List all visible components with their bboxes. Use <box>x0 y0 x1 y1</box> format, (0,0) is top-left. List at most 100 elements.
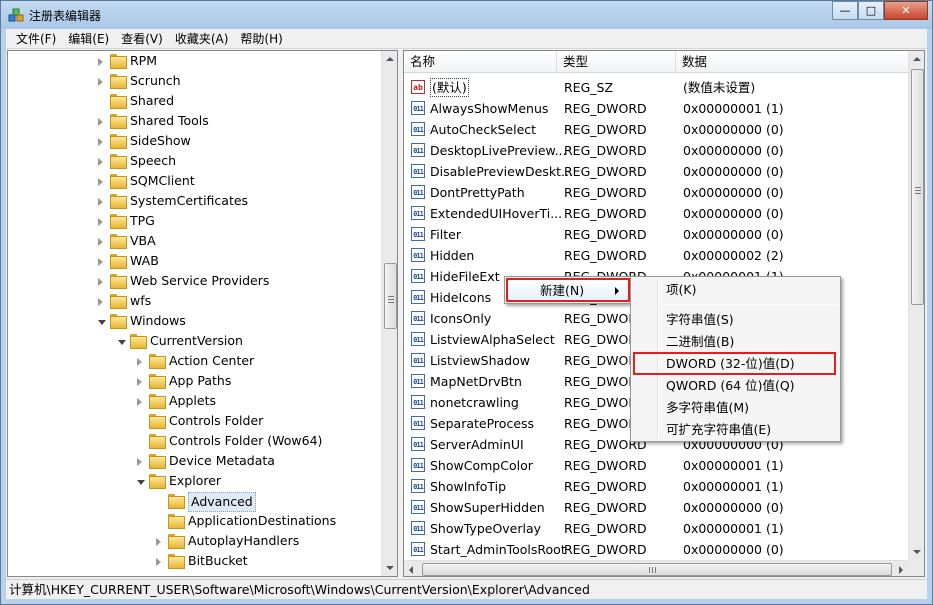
tree-item[interactable]: SystemCertificates <box>8 191 380 211</box>
tree-item[interactable]: CurrentVersion <box>8 331 380 351</box>
submenu-key[interactable]: 项(K) <box>633 279 838 301</box>
collapse-triangle-icon[interactable] <box>137 480 145 485</box>
scroll-down-icon[interactable] <box>913 550 921 554</box>
tree-vertical-scrollbar[interactable] <box>381 51 397 576</box>
tree-item[interactable]: Applets <box>8 391 380 411</box>
tree-item[interactable]: wfs <box>8 291 380 311</box>
tree-item[interactable]: VBA <box>8 231 380 251</box>
expand-triangle-icon[interactable] <box>98 298 103 306</box>
tree-item[interactable]: SQMClient <box>8 171 380 191</box>
value-name: DisablePreviewDeskt... <box>430 164 573 179</box>
expand-triangle-icon[interactable] <box>98 158 103 166</box>
list-item[interactable]: ab (默认) REG_SZ (数值未设置) <box>404 77 908 98</box>
submenu-dword-value[interactable]: DWORD (32-位)值(D) <box>633 353 838 375</box>
list-item[interactable]: 011 ShowInfoTip REG_DWORD 0x00000001 (1) <box>404 476 908 497</box>
collapse-triangle-icon[interactable] <box>118 340 126 345</box>
tree-item[interactable]: Advanced <box>8 491 380 512</box>
expand-triangle-icon[interactable] <box>98 58 103 66</box>
minimize-button[interactable]: — <box>832 1 858 20</box>
tree-item[interactable]: App Paths <box>8 371 380 391</box>
list-item[interactable]: 011 ShowTypeOverlay REG_DWORD 0x00000001 (1… <box>404 518 908 539</box>
list-hscroll-thumb[interactable] <box>422 563 892 576</box>
tree-item[interactable]: Explorer <box>8 471 380 491</box>
tree-item[interactable]: Web Service Providers <box>8 271 380 291</box>
tree-item[interactable]: Device Metadata <box>8 451 380 471</box>
menu-edit[interactable]: 编辑(E) <box>62 29 115 49</box>
column-header-name[interactable]: 名称 <box>404 51 557 73</box>
tree-item[interactable]: Windows <box>8 311 380 331</box>
scroll-up-icon[interactable] <box>386 57 394 61</box>
expand-triangle-icon[interactable] <box>156 538 161 546</box>
title-bar[interactable]: 注册表编辑器 — □ ✕ <box>1 1 932 29</box>
list-item[interactable]: 011 Filter REG_DWORD 0x00000000 (0) <box>404 224 908 245</box>
expand-triangle-icon[interactable] <box>98 258 103 266</box>
maximize-button[interactable]: □ <box>858 1 884 20</box>
menu-file[interactable]: 文件(F) <box>10 29 62 49</box>
list-item[interactable]: 011 AutoCheckSelect REG_DWORD 0x00000000 (0… <box>404 119 908 140</box>
tree-item[interactable]: AutoplayHandlers <box>8 531 380 551</box>
expand-triangle-icon[interactable] <box>98 118 103 126</box>
tree-item[interactable]: Controls Folder <box>8 411 380 431</box>
list-item[interactable]: 011 DontPrettyPath REG_DWORD 0x00000000 (0) <box>404 182 908 203</box>
expand-triangle-icon[interactable] <box>98 178 103 186</box>
tree-item[interactable]: WAB <box>8 251 380 271</box>
expand-triangle-icon[interactable] <box>137 358 142 366</box>
expand-triangle-icon[interactable] <box>137 398 142 406</box>
expand-triangle-icon[interactable] <box>98 138 103 146</box>
expand-triangle-icon[interactable] <box>156 558 161 566</box>
tree-item-label: Controls Folder <box>169 413 264 428</box>
context-menu-new[interactable]: 新建(N) <box>507 279 629 301</box>
collapse-triangle-icon[interactable] <box>98 320 106 325</box>
tree-item[interactable]: Scrunch <box>8 71 380 91</box>
submenu-qword-value[interactable]: QWORD (64 位)值(Q) <box>633 375 838 397</box>
expand-triangle-icon[interactable] <box>98 238 103 246</box>
column-header-data[interactable]: 数据 <box>676 51 908 73</box>
list-item[interactable]: 011 DisablePreviewDeskt... REG_DWORD 0x0000… <box>404 161 908 182</box>
tree-item-label: TPG <box>130 213 155 228</box>
tree-item[interactable]: Controls Folder (Wow64) <box>8 431 380 451</box>
submenu-binary-value[interactable]: 二进制值(B) <box>633 331 838 353</box>
scroll-down-icon[interactable] <box>386 566 394 570</box>
tree-item[interactable]: Action Center <box>8 351 380 371</box>
list-scroll-thumb[interactable] <box>911 69 924 305</box>
scroll-up-icon[interactable] <box>913 57 921 61</box>
tree-item[interactable]: Shared Tools <box>8 111 380 131</box>
tree-scroll-thumb[interactable] <box>384 263 397 329</box>
expand-triangle-icon[interactable] <box>137 458 142 466</box>
expand-triangle-icon[interactable] <box>137 378 142 386</box>
list-horizontal-scrollbar[interactable] <box>404 560 908 576</box>
tree-item[interactable]: RPM <box>8 51 380 71</box>
list-item[interactable]: 011 ExtendedUIHoverTi... REG_DWORD 0x000000… <box>404 203 908 224</box>
expand-triangle-icon[interactable] <box>98 198 103 206</box>
tree-item[interactable]: Shared <box>8 91 380 111</box>
list-item[interactable]: 011 DesktopLivePreview... REG_DWORD 0x00000… <box>404 140 908 161</box>
value-name: ExtendedUIHoverTi... <box>430 206 563 221</box>
value-name: HideFileExt <box>430 269 500 284</box>
tree-item[interactable]: TPG <box>8 211 380 231</box>
list-item[interactable]: 011 ShowCompColor REG_DWORD 0x00000001 (1) <box>404 455 908 476</box>
list-item[interactable]: 011 Hidden REG_DWORD 0x00000002 (2) <box>404 245 908 266</box>
menu-help[interactable]: 帮助(H) <box>234 29 288 49</box>
tree-item[interactable]: SideShow <box>8 131 380 151</box>
scroll-right-icon[interactable] <box>899 566 903 574</box>
submenu-string-value[interactable]: 字符串值(S) <box>633 309 838 331</box>
tree-item[interactable]: Speech <box>8 151 380 171</box>
list-item[interactable]: 011 ShowSuperHidden REG_DWORD 0x00000000 (0… <box>404 497 908 518</box>
menu-view[interactable]: 查看(V) <box>115 29 169 49</box>
close-button[interactable]: ✕ <box>884 1 928 20</box>
list-vertical-scrollbar[interactable] <box>908 51 924 560</box>
value-name: IconsOnly <box>430 311 492 326</box>
menu-favorites[interactable]: 收藏夹(A) <box>169 29 235 49</box>
list-item[interactable]: 011 Start_AdminToolsRoot REG_DWORD 0x000000… <box>404 539 908 560</box>
expand-triangle-icon[interactable] <box>98 218 103 226</box>
submenu-multi-string-value[interactable]: 多字符串值(M) <box>633 397 838 419</box>
column-header-type[interactable]: 类型 <box>557 51 676 73</box>
tree-item[interactable]: ApplicationDestinations <box>8 511 380 531</box>
list-item[interactable]: 011 AlwaysShowMenus REG_DWORD 0x00000001 (1… <box>404 98 908 119</box>
tree-item[interactable]: BitBucket <box>8 551 380 571</box>
scroll-left-icon[interactable] <box>409 566 413 574</box>
maximize-icon: □ <box>865 4 877 17</box>
submenu-expandable-string-value[interactable]: 可扩充字符串值(E) <box>633 419 838 441</box>
expand-triangle-icon[interactable] <box>98 78 103 86</box>
expand-triangle-icon[interactable] <box>98 278 103 286</box>
